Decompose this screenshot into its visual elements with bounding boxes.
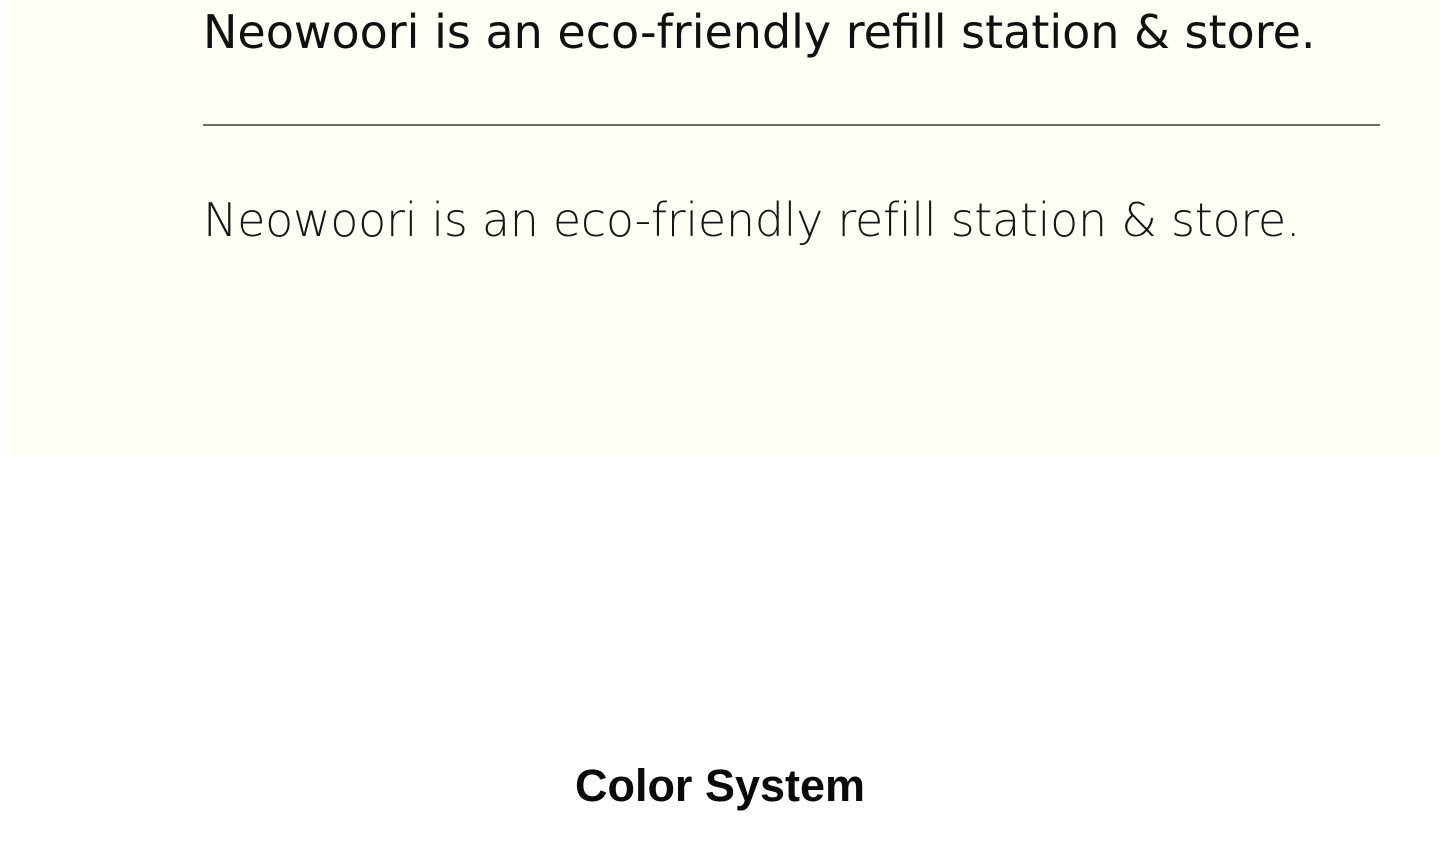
typography-sample-medium: Neowoori is an eco-friendly refill stati…: [203, 5, 1316, 59]
divider: [203, 124, 1380, 126]
section-title-color-system: Color System: [574, 760, 866, 811]
typography-panel: Neowoori is an eco-friendly refill stati…: [4, 0, 1440, 456]
typography-sample-light: Neowoori is an eco-friendly refill stati…: [203, 193, 1301, 247]
